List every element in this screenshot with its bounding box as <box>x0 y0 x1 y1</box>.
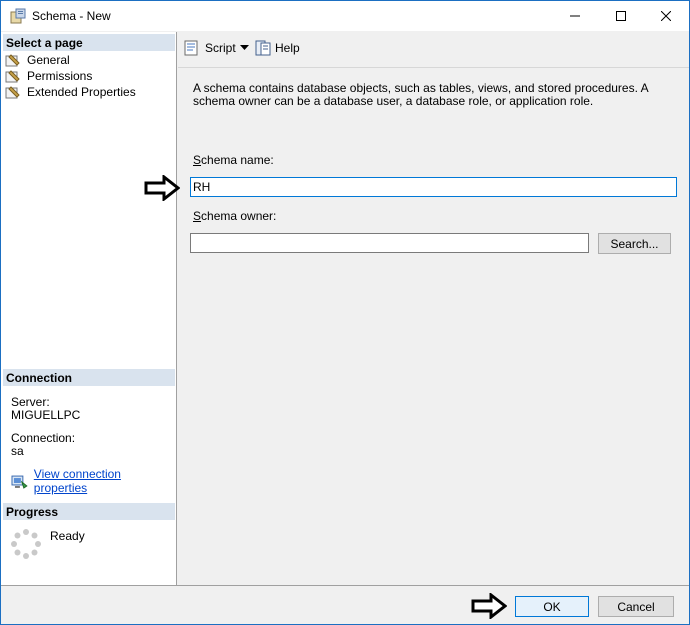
schema-name-input[interactable] <box>190 177 677 197</box>
view-connection-properties[interactable]: View connection properties <box>11 467 176 495</box>
window-title: Schema - New <box>32 9 111 23</box>
page-item-label: Extended Properties <box>27 85 136 99</box>
toolbar: Script Help <box>178 32 689 68</box>
progress-status: Ready <box>50 529 85 543</box>
maximize-icon <box>616 11 626 21</box>
connection-value: sa <box>11 444 24 458</box>
script-label: Script <box>205 41 236 55</box>
help-icon <box>255 40 271 56</box>
title-bar: Schema - New <box>1 1 689 31</box>
schema-name-label: Schema name: <box>193 153 274 167</box>
select-page-header: Select a page <box>3 34 175 51</box>
page-list: General Permissions Extended Properties <box>5 52 136 100</box>
script-button[interactable]: Script <box>184 40 236 56</box>
schema-description: A schema contains database objects, such… <box>193 81 648 108</box>
database-schema-icon <box>10 8 26 24</box>
wrench-page-icon <box>5 54 20 67</box>
view-connection-properties-link[interactable]: View connection properties <box>34 467 176 495</box>
page-item-permissions[interactable]: Permissions <box>5 68 136 84</box>
progress-spinner-icon <box>11 529 41 559</box>
help-button[interactable]: Help <box>255 40 300 56</box>
dialog-footer: OK Cancel <box>1 585 689 624</box>
page-item-label: General <box>27 53 70 67</box>
page-item-extended-properties[interactable]: Extended Properties <box>5 84 136 100</box>
wrench-page-icon <box>5 86 20 99</box>
pointer-arrow-icon <box>144 175 180 201</box>
schema-new-dialog: Schema - New Select a page General Permi… <box>0 0 690 625</box>
connection-header: Connection <box>3 369 175 386</box>
schema-owner-mnemonic: S <box>193 209 202 223</box>
maximize-button[interactable] <box>598 1 644 31</box>
minimize-icon <box>570 15 580 17</box>
schema-owner-label: Schema owner: <box>193 209 276 223</box>
progress-header: Progress <box>3 503 175 520</box>
help-label: Help <box>275 41 300 55</box>
page-item-general[interactable]: General <box>5 52 136 68</box>
script-dropdown-button[interactable] <box>240 45 249 51</box>
minimize-button[interactable] <box>552 1 598 31</box>
server-value: MIGUELLPC <box>11 408 81 422</box>
pointer-arrow-icon <box>471 593 507 619</box>
close-icon <box>661 11 671 21</box>
search-button[interactable]: Search... <box>598 233 671 254</box>
schema-owner-label-text: chema owner: <box>201 209 277 223</box>
chevron-down-icon <box>240 45 249 50</box>
search-button-label: Search <box>610 236 649 251</box>
left-navigation-pane: Select a page General Permissions Extend… <box>1 32 177 585</box>
page-item-label: Permissions <box>27 69 93 83</box>
script-icon <box>184 40 198 56</box>
server-properties-icon <box>11 475 28 489</box>
search-button-ellipsis: ... <box>648 236 659 251</box>
cancel-button[interactable]: Cancel <box>598 596 674 617</box>
schema-owner-input[interactable] <box>190 233 589 253</box>
ok-button[interactable]: OK <box>515 596 589 617</box>
general-page-content: Script Help A schema contains database o… <box>178 32 689 585</box>
close-button[interactable] <box>643 1 689 31</box>
schema-name-label-text: chema name: <box>201 153 274 167</box>
schema-name-mnemonic: S <box>193 153 202 167</box>
wrench-page-icon <box>5 70 20 83</box>
